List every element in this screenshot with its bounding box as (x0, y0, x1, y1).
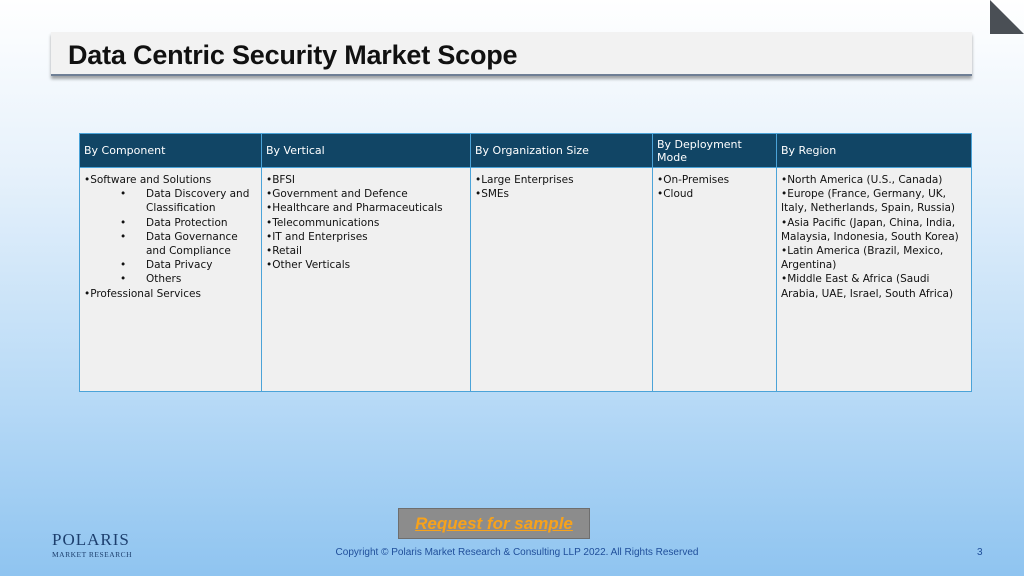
slide-title: Data Centric Security Market Scope (68, 40, 518, 70)
header-by-component: By Component (79, 133, 262, 168)
list-item: Professional Services (84, 287, 257, 301)
list-item: North America (U.S., Canada) (781, 173, 967, 187)
sub-list-item: • Data Governance and Compliance (120, 230, 238, 258)
list-item: IT and Enterprises (266, 230, 466, 244)
header-by-vertical: By Vertical (261, 133, 471, 168)
list-item: Telecommunications (266, 216, 466, 230)
request-sample-button[interactable]: Request for sample (398, 508, 590, 539)
list-item: Large Enterprises (475, 173, 648, 187)
cell-deployment-mode: On-Premises Cloud (652, 167, 777, 392)
market-scope-table: By Component By Vertical By Organization… (79, 133, 972, 392)
page-corner-fold-icon (990, 0, 1024, 34)
sub-list-item: • Others (120, 273, 182, 286)
copyright-text: Copyright © Polaris Market Research & Co… (335, 547, 699, 558)
page-number: 3 (977, 547, 983, 558)
cell-region: North America (U.S., Canada) Europe (Fra… (776, 167, 972, 392)
cell-component: Software and Solutions •Data Discovery a… (79, 167, 262, 392)
list-item: Retail (266, 244, 466, 258)
table-header-row: By Component By Vertical By Organization… (79, 133, 972, 168)
list-item: Europe (France, Germany, UK, Italy, Neth… (781, 187, 967, 215)
list-item: SMEs (475, 187, 648, 201)
list-item: Software and Solutions (84, 173, 257, 187)
list-item: Asia Pacific (Japan, China, India, Malay… (781, 216, 967, 244)
list-item: Other Verticals (266, 258, 466, 272)
sub-list-item: • Data Discovery and Classification (120, 188, 250, 215)
logo-wordmark: POLARIS (52, 530, 130, 549)
sub-list-item: • Data Privacy (120, 259, 213, 272)
list-item: Middle East & Africa (Saudi Arabia, UAE,… (781, 272, 967, 300)
cell-organization-size: Large Enterprises SMEs (470, 167, 653, 392)
list-item: Latin America (Brazil, Mexico, Argentina… (781, 244, 967, 272)
title-bar: Data Centric Security Market Scope (51, 32, 972, 76)
table-row: Software and Solutions •Data Discovery a… (79, 167, 972, 392)
header-by-region: By Region (776, 133, 972, 168)
list-item: Healthcare and Pharmaceuticals (266, 201, 466, 215)
list-item: BFSI (266, 173, 466, 187)
request-sample-link[interactable]: Request for sample (415, 514, 573, 534)
sub-list-item: • Data Protection (120, 216, 228, 229)
list-item: Government and Defence (266, 187, 466, 201)
header-by-organization-size: By Organization Size (470, 133, 653, 168)
list-item: Cloud (657, 187, 772, 201)
list-item: On-Premises (657, 173, 772, 187)
header-by-deployment-mode: By Deployment Mode (652, 133, 777, 168)
cell-vertical: BFSI Government and Defence Healthcare a… (261, 167, 471, 392)
